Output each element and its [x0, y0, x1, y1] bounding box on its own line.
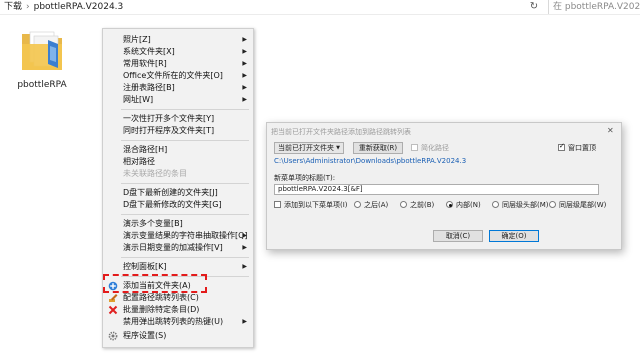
menu-separator	[121, 257, 249, 258]
menu-item-common-software[interactable]: 常用软件[R] ▶	[103, 58, 253, 70]
radio-after[interactable]	[354, 201, 361, 208]
edit-pencil-icon	[109, 294, 118, 302]
submenu-arrow-icon: ▶	[242, 84, 247, 91]
menu-item-unlinked-entries: 未关联路径的条目	[123, 169, 187, 178]
radio-after-label: 之后(A)	[364, 201, 389, 209]
submenu-arrow-icon: ▶	[242, 72, 247, 79]
refresh-button[interactable]: 重新获取(R)	[353, 142, 403, 154]
submenu-arrow-icon: ▶	[242, 232, 247, 239]
radio-same-level-tail-label: 同层级尾部(W)	[559, 201, 607, 209]
simplify-path-checkbox[interactable]	[411, 144, 418, 151]
search-input[interactable]: 在 pbottleRPA.V2024.3 中	[548, 0, 640, 14]
menu-item-d-newest-modified[interactable]: D盘下最新修改的文件夹[G]	[103, 199, 253, 211]
cancel-button[interactable]: 取消(C)	[433, 230, 483, 242]
submenu-arrow-icon: ▶	[242, 36, 247, 43]
menu-item-photos[interactable]: 照片[Z] ▶	[103, 34, 253, 46]
menu-item-demo-string-extract[interactable]: 演示变量结果的字符串抽取操作[Q] ▶	[103, 230, 253, 242]
radio-before[interactable]	[400, 201, 407, 208]
dialog-title: 把当前已打开文件夹路径添加到路径跳转列表	[271, 128, 411, 136]
breadcrumb: 下载 › pbottleRPA.V2024.3	[4, 0, 123, 14]
menu-item-configure-jump-list[interactable]: 配置路径跳转列表(C)	[103, 292, 253, 304]
window-top-label: 窗口置顶	[568, 144, 596, 152]
simplify-path-label: 简化路径	[421, 144, 449, 152]
menu-separator	[121, 140, 249, 141]
address-bar[interactable]: 下载 › pbottleRPA.V2024.3 ↻ 在 pbottleRPA.V20…	[0, 0, 640, 14]
add-to-submenu-label: 添加到以下菜单项(I)	[284, 201, 348, 209]
menu-separator	[121, 109, 249, 110]
folder-label: pbottleRPA	[17, 80, 67, 90]
menu-item-d-newest-created[interactable]: D盘下最新创建的文件夹[J]	[103, 187, 253, 199]
radio-same-level-head[interactable]	[492, 201, 499, 208]
menu-item-open-program-and-folder[interactable]: 同时打开程序及文件夹[T]	[103, 125, 253, 137]
radio-same-level-tail[interactable]	[549, 201, 556, 208]
folder-item[interactable]: pbottleRPA	[14, 22, 70, 94]
gear-icon	[108, 331, 118, 341]
submenu-arrow-icon: ▶	[242, 244, 247, 251]
menu-item-system-folders[interactable]: 系统文件夹[X] ▶	[103, 46, 253, 58]
submenu-arrow-icon: ▶	[242, 48, 247, 55]
chevron-down-icon: ▼	[336, 145, 340, 151]
address-bar-divider	[0, 14, 640, 15]
menu-item-relative-path[interactable]: 相对路径	[103, 156, 253, 168]
menu-item-registry-paths[interactable]: 注册表路径[B] ▶	[103, 82, 253, 94]
ok-button[interactable]: 确定(O)	[489, 230, 539, 242]
add-to-submenu-checkbox[interactable]	[274, 201, 281, 208]
submenu-arrow-icon: ▶	[242, 318, 247, 325]
menu-item-demo-variables[interactable]: 演示多个变量[B]	[103, 218, 253, 230]
menu-separator	[121, 214, 249, 215]
submenu-arrow-icon: ▶	[242, 263, 247, 270]
folder-icon	[22, 31, 62, 70]
refresh-icon[interactable]: ↻	[528, 0, 540, 14]
menu-title-input[interactable]: pbottleRPA.V2024.3[&F]	[274, 184, 599, 195]
radio-inside-label: 内部(N)	[456, 201, 481, 209]
add-folder-dialog: 把当前已打开文件夹路径添加到路径跳转列表 ✕ 当前已打开文件夹 ▼ 重新获取(R)…	[266, 122, 622, 250]
radio-same-level-head-label: 同层级头部(M)	[502, 201, 549, 209]
breadcrumb-item-downloads[interactable]: 下载	[4, 2, 22, 12]
title-label: 新菜单项的标题(T):	[274, 174, 336, 182]
menu-item-open-multiple-folders[interactable]: 一次性打开多个文件夹[Y]	[103, 113, 253, 125]
menu-item-demo-date-math[interactable]: 演示日期变量的加减操作[V] ▶	[103, 242, 253, 254]
menu-item-control-panel[interactable]: 控制面板[K] ▶	[103, 261, 253, 273]
menu-item-urls[interactable]: 网址[W] ▶	[103, 94, 253, 106]
red-x-icon	[108, 305, 118, 315]
menu-item-batch-delete[interactable]: 批量删除特定条目(D)	[103, 304, 253, 316]
highlight-annotation-box	[103, 274, 207, 293]
context-menu: 照片[Z] ▶ 系统文件夹[X] ▶ 常用软件[R] ▶ Office文件所在的文件夹…	[102, 28, 254, 348]
breadcrumb-item-current[interactable]: pbottleRPA.V2024.3	[34, 2, 124, 12]
menu-item-disable-hotkey[interactable]: 禁用弹出跳转列表的热键(U) ▶	[103, 316, 253, 328]
folder-path-link[interactable]: C:\Users\Administrator\Downloads\pbottle…	[274, 157, 466, 165]
radio-inside[interactable]	[446, 201, 453, 208]
menu-separator	[121, 183, 249, 184]
radio-before-label: 之前(B)	[410, 201, 435, 209]
submenu-arrow-icon: ▶	[242, 60, 247, 67]
menu-item-office-folders[interactable]: Office文件所在的文件夹[O] ▶	[103, 70, 253, 82]
close-icon[interactable]: ✕	[607, 126, 614, 135]
window-top-checkbox[interactable]	[558, 142, 565, 151]
submenu-arrow-icon: ▶	[242, 96, 247, 103]
source-dropdown[interactable]: 当前已打开文件夹 ▼	[274, 142, 344, 154]
menu-item-mixed-path[interactable]: 混合路径[H]	[103, 144, 253, 156]
breadcrumb-separator-icon: ›	[26, 2, 30, 12]
menu-item-program-settings[interactable]: 程序设置(S)	[103, 330, 253, 342]
